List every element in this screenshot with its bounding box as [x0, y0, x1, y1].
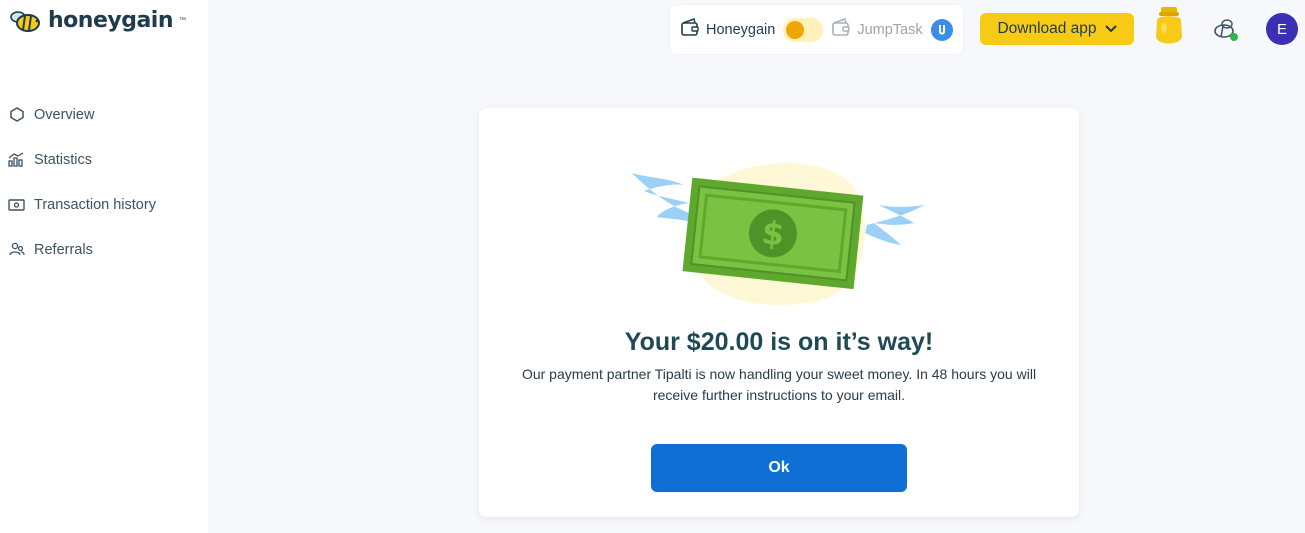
jumptask-logo-icon — [930, 18, 953, 41]
user-avatar[interactable]: E — [1266, 13, 1298, 45]
sidebar-item-overview[interactable]: Overview — [8, 92, 198, 137]
brand-name: honeygain — [48, 8, 174, 33]
bee-status-icon[interactable] — [1212, 18, 1240, 42]
payout-modal: $ Your $20.00 is on it’s way! Our paymen… — [479, 108, 1079, 517]
app-switcher: Honeygain JumpTask — [669, 4, 964, 55]
bar-chart-icon — [8, 151, 25, 168]
app-toggle[interactable] — [783, 17, 824, 42]
sidebar-item-statistics[interactable]: Statistics — [8, 137, 198, 182]
ok-button[interactable]: Ok — [651, 444, 907, 492]
bee-logo-icon — [10, 10, 40, 32]
sidebar-item-label: Overview — [34, 106, 95, 123]
banknote-icon — [8, 196, 25, 213]
wallet-icon — [680, 18, 700, 41]
sidebar: honeygain ™ Overview Statistics Transact… — [0, 0, 208, 533]
svg-text:$: $ — [760, 213, 786, 253]
hexagon-icon — [8, 106, 25, 123]
sidebar-item-label: Transaction history — [34, 196, 156, 213]
sidebar-item-label: Statistics — [34, 151, 93, 168]
modal-title: Your $20.00 is on it’s way! — [624, 328, 934, 356]
sidebar-item-label: Referrals — [34, 241, 93, 258]
users-icon — [8, 241, 25, 258]
wallet-icon-dim — [831, 18, 851, 41]
flying-money-illustration: $ — [632, 163, 924, 306]
sidebar-item-transaction-history[interactable]: Transaction history — [8, 182, 198, 227]
download-app-label: Download app — [997, 20, 1097, 37]
honeygain-switch-label[interactable]: Honeygain — [706, 22, 775, 38]
brand-trademark: ™ — [179, 17, 186, 24]
chevron-down-icon — [1104, 20, 1117, 38]
honey-jar-icon[interactable] — [1152, 6, 1186, 48]
toggle-knob — [786, 20, 805, 39]
sidebar-nav: Overview Statistics Transaction history … — [8, 92, 198, 272]
honeygain-logo[interactable]: honeygain ™ — [8, 8, 186, 33]
modal-description: Our payment partner Tipalti is now handl… — [521, 366, 1037, 403]
download-app-button[interactable]: Download app — [980, 13, 1134, 45]
sidebar-item-referrals[interactable]: Referrals — [8, 227, 198, 272]
jumptask-switch-label[interactable]: JumpTask — [857, 22, 922, 38]
